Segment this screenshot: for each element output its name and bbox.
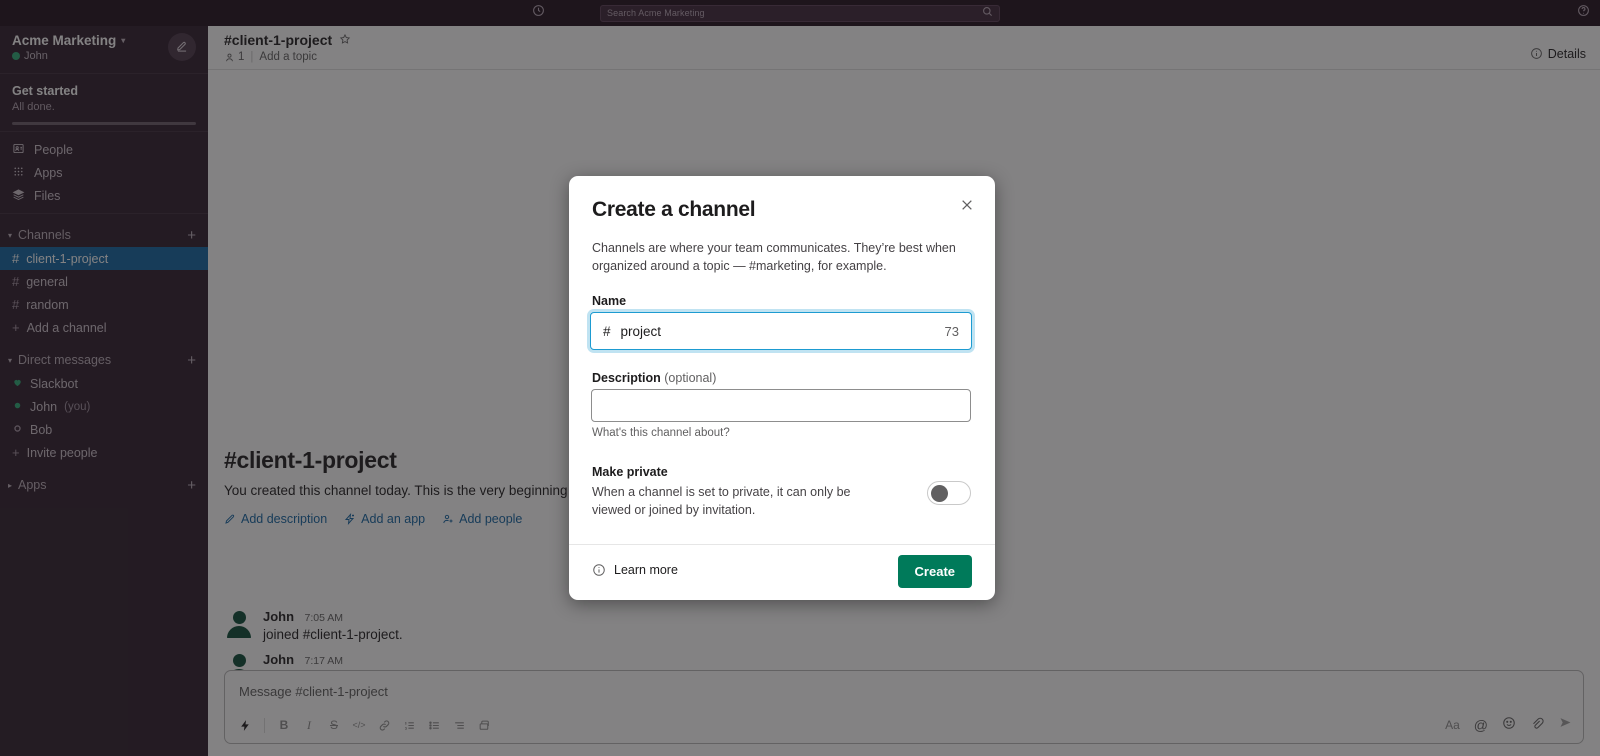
description-optional-text: (optional) xyxy=(664,371,716,385)
description-hint: What's this channel about? xyxy=(592,427,730,439)
description-label-text: Description xyxy=(592,371,661,385)
hash-icon: # xyxy=(603,324,611,339)
character-count: 73 xyxy=(945,324,959,339)
channel-name-value: project xyxy=(621,324,945,339)
modal-overlay[interactable]: Create a channel Channels are where your… xyxy=(0,0,1600,756)
modal-description: Channels are where your team communicate… xyxy=(592,239,967,275)
make-private-label: Make private xyxy=(592,465,668,479)
description-field-label: Description (optional) xyxy=(592,371,716,385)
learn-more-label: Learn more xyxy=(614,563,678,577)
toggle-knob xyxy=(931,485,948,502)
create-channel-modal: Create a channel Channels are where your… xyxy=(569,176,995,600)
make-private-toggle[interactable] xyxy=(927,481,971,505)
name-field-label: Name xyxy=(592,294,626,308)
make-private-description: When a channel is set to private, it can… xyxy=(592,483,862,519)
close-icon[interactable] xyxy=(959,197,975,218)
learn-more-link[interactable]: Learn more xyxy=(592,563,678,577)
channel-name-input[interactable]: # project 73 xyxy=(590,312,972,350)
channel-description-input[interactable] xyxy=(591,389,971,422)
info-circle-icon xyxy=(592,563,606,577)
modal-title: Create a channel xyxy=(592,198,755,222)
modal-footer: Learn more Create xyxy=(569,544,995,600)
create-button[interactable]: Create xyxy=(898,555,972,588)
